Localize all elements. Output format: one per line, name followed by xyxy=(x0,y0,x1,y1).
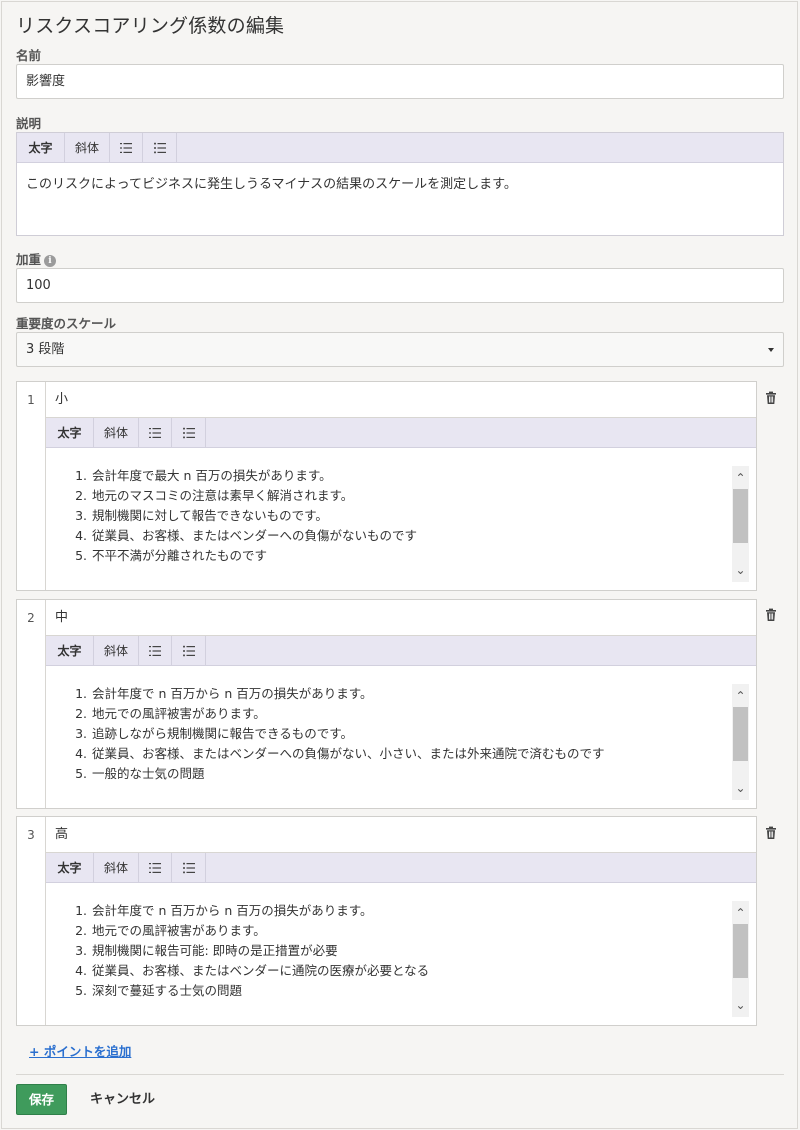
ordered-list-icon xyxy=(149,427,161,438)
caret-down-icon xyxy=(768,348,774,352)
list-item: 従業員、お客様、またはベンダーに通院の医療が必要となる xyxy=(91,961,734,981)
add-point-link[interactable]: + ポイントを追加 xyxy=(29,1041,131,1060)
point-name-input[interactable]: 小 xyxy=(46,382,756,418)
list-item: 従業員、お客様、またはベンダーへの負傷がないものです xyxy=(91,526,734,546)
ordered-list-button[interactable] xyxy=(139,853,172,882)
point-toolbar: 太字 斜体 xyxy=(46,853,756,883)
description-label: 説明 xyxy=(16,116,42,131)
description-toolbar: 太字 斜体 xyxy=(17,133,783,163)
list-item: 地元での風評被害があります。 xyxy=(91,704,734,724)
bold-button[interactable]: 太字 xyxy=(46,636,94,665)
point-name-input[interactable]: 高 xyxy=(46,817,756,853)
scroll-thumb[interactable] xyxy=(733,489,748,543)
ordered-list-button[interactable] xyxy=(139,418,172,447)
bullet-list-icon xyxy=(182,427,195,438)
list-item: 会計年度で最大 n 百万の損失があります。 xyxy=(91,466,734,486)
list-item: 規制機関に対して報告できないものです。 xyxy=(91,506,734,526)
bullet-list-button[interactable] xyxy=(172,636,206,665)
list-item: 追跡しながら規制機関に報告できるものです。 xyxy=(91,724,734,744)
info-icon[interactable]: i xyxy=(44,255,57,267)
point-toolbar: 太字 斜体 xyxy=(46,418,756,448)
scroll-down-icon[interactable]: ⌄ xyxy=(732,995,749,1015)
page-title: リスクスコアリング係数の編集 xyxy=(16,15,285,37)
trash-icon[interactable] xyxy=(764,608,778,622)
ordered-list-icon xyxy=(149,862,161,873)
trash-icon[interactable] xyxy=(764,391,778,405)
point-description[interactable]: 会計年度で n 百万から n 百万の損失があります。 地元での風評被害があります… xyxy=(46,684,734,784)
name-input[interactable]: 影響度 xyxy=(16,64,784,99)
point-number: 1 xyxy=(17,382,46,590)
ordered-list-icon xyxy=(120,142,132,153)
scroll-thumb[interactable] xyxy=(733,924,748,978)
point-toolbar: 太字 斜体 xyxy=(46,636,756,666)
cancel-button[interactable]: キャンセル xyxy=(90,1084,155,1115)
scroll-up-icon[interactable]: ⌃ xyxy=(732,468,749,488)
point-description[interactable]: 会計年度で最大 n 百万の損失があります。 地元のマスコミの注意は素早く解消され… xyxy=(46,466,734,566)
italic-button[interactable]: 斜体 xyxy=(94,418,139,447)
scroll-up-icon[interactable]: ⌃ xyxy=(732,903,749,923)
ordered-list-button[interactable] xyxy=(139,636,172,665)
list-item: 会計年度で n 百万から n 百万の損失があります。 xyxy=(91,684,734,704)
scrollbar[interactable]: ⌃ ⌄ xyxy=(732,466,749,582)
scroll-thumb[interactable] xyxy=(733,707,748,761)
point-number: 3 xyxy=(17,817,46,1025)
bullet-list-icon xyxy=(153,142,166,153)
point-description[interactable]: 会計年度で n 百万から n 百万の損失があります。 地元での風評被害があります… xyxy=(46,901,734,1001)
scale-selected-value: 3 段階 xyxy=(26,342,65,357)
save-button[interactable]: 保存 xyxy=(16,1084,67,1115)
scale-point-1: 1 小 太字 斜体 会計年度で最大 n 百万の損失があります。 地元のマスコミの… xyxy=(16,381,757,591)
ordered-list-button[interactable] xyxy=(110,133,143,162)
scale-select[interactable]: 3 段階 xyxy=(16,332,784,367)
scroll-down-icon[interactable]: ⌄ xyxy=(732,778,749,798)
italic-button[interactable]: 斜体 xyxy=(94,636,139,665)
bold-button[interactable]: 太字 xyxy=(17,133,65,162)
scale-point-2: 2 中 太字 斜体 会計年度で n 百万から n 百万の損失があります。 地元で… xyxy=(16,599,757,809)
bullet-list-button[interactable] xyxy=(172,418,206,447)
scale-point-3: 3 高 太字 斜体 会計年度で n 百万から n 百万の損失があります。 地元で… xyxy=(16,816,757,1026)
divider xyxy=(16,1074,784,1075)
bullet-list-button[interactable] xyxy=(143,133,177,162)
list-item: 不平不満が分離されたものです xyxy=(91,546,734,566)
scale-label: 重要度のスケール xyxy=(16,316,117,331)
italic-button[interactable]: 斜体 xyxy=(94,853,139,882)
italic-button[interactable]: 斜体 xyxy=(65,133,110,162)
scroll-up-icon[interactable]: ⌃ xyxy=(732,686,749,706)
ordered-list-icon xyxy=(149,645,161,656)
scrollbar[interactable]: ⌃ ⌄ xyxy=(732,901,749,1017)
list-item: 深刻で蔓延する士気の問題 xyxy=(91,981,734,1001)
bold-button[interactable]: 太字 xyxy=(46,853,94,882)
bold-button[interactable]: 太字 xyxy=(46,418,94,447)
point-number: 2 xyxy=(17,600,46,808)
weight-input[interactable]: 100 xyxy=(16,268,784,303)
list-item: 従業員、お客様、またはベンダーへの負傷がない、小さい、または外来通院で済むもので… xyxy=(91,744,734,764)
weight-label: 加重 i xyxy=(16,249,57,268)
scrollbar[interactable]: ⌃ ⌄ xyxy=(732,684,749,800)
list-item: 規制機関に報告可能: 即時の是正措置が必要 xyxy=(91,941,734,961)
description-editor[interactable]: 太字 斜体 このリスクによってビジネスに発生しうるマイナスの結果のスケールを測定… xyxy=(16,132,784,236)
description-text[interactable]: このリスクによってビジネスに発生しうるマイナスの結果のスケールを測定します。 xyxy=(17,163,783,202)
bullet-list-button[interactable] xyxy=(172,853,206,882)
list-item: 一般的な士気の問題 xyxy=(91,764,734,784)
trash-icon[interactable] xyxy=(764,826,778,840)
list-item: 会計年度で n 百万から n 百万の損失があります。 xyxy=(91,901,734,921)
list-item: 地元のマスコミの注意は素早く解消されます。 xyxy=(91,486,734,506)
bullet-list-icon xyxy=(182,862,195,873)
point-name-input[interactable]: 中 xyxy=(46,600,756,636)
list-item: 地元での風評被害があります。 xyxy=(91,921,734,941)
bullet-list-icon xyxy=(182,645,195,656)
name-label: 名前 xyxy=(16,48,42,63)
scroll-down-icon[interactable]: ⌄ xyxy=(732,560,749,580)
